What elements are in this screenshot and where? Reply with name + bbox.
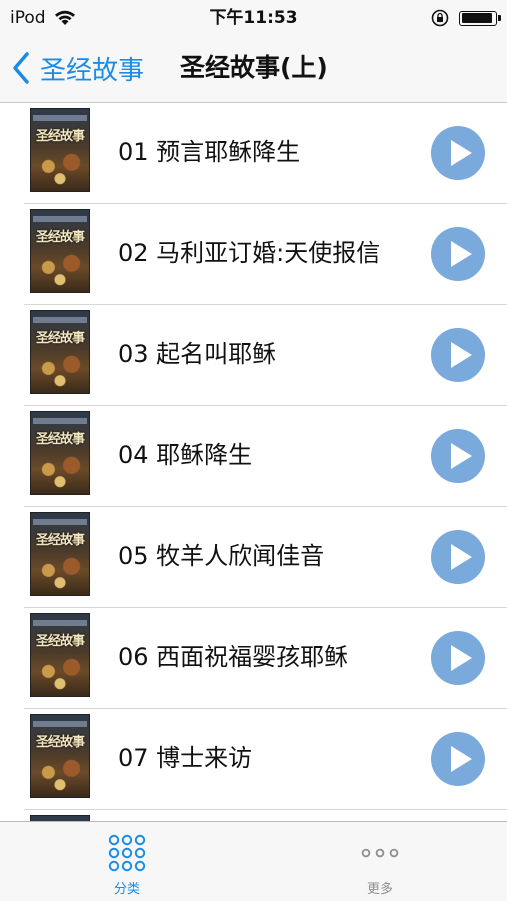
cover-title: 圣经故事: [35, 331, 85, 346]
cover-title: 圣经故事: [35, 230, 85, 245]
battery-icon: [459, 10, 501, 26]
list-item[interactable]: 圣经故事 04 耶稣降生: [24, 406, 507, 507]
cover-title: 圣经故事: [35, 432, 85, 447]
rotation-lock-icon: [431, 9, 449, 27]
list-item[interactable]: 圣经故事 01 预言耶稣降生: [24, 103, 507, 204]
cover-thumbnail: 圣经故事: [30, 310, 90, 394]
tab-classify[interactable]: 分类: [57, 822, 197, 901]
tab-bar: 分类 更多: [0, 821, 507, 901]
cover-thumbnail: 圣经故事: [30, 108, 90, 192]
episode-title: 04 耶稣降生: [118, 441, 253, 469]
tab-label: 更多: [366, 882, 393, 897]
episode-title: 05 牧羊人欣闻佳音: [118, 542, 325, 570]
more-icon: [361, 848, 399, 858]
chevron-left-icon: [13, 52, 29, 84]
page-title: 圣经故事(上): [180, 53, 328, 82]
episode-list[interactable]: 圣经故事 01 预言耶稣降生 圣经故事 02 马利亚订婚:天使报信 圣经故事 0…: [0, 103, 507, 821]
list-item[interactable]: 圣经故事 03 起名叫耶稣: [24, 305, 507, 406]
grid-icon: [108, 834, 146, 872]
cover-thumbnail: 圣经故事: [30, 209, 90, 293]
episode-title: 07 博士来访: [118, 744, 253, 772]
tab-more[interactable]: 更多: [310, 822, 450, 901]
cover-title: 圣经故事: [35, 533, 85, 548]
play-button[interactable]: [431, 530, 485, 584]
status-bar: iPod 下午11:53: [0, 0, 507, 36]
episode-title: 01 预言耶稣降生: [118, 138, 301, 166]
list-item[interactable]: 圣经故事 05 牧羊人欣闻佳音: [24, 507, 507, 608]
status-right: [431, 0, 501, 36]
navigation-bar: 圣经故事 圣经故事(上): [0, 36, 507, 103]
list-item[interactable]: [24, 810, 507, 821]
back-button[interactable]: 圣经故事: [10, 48, 144, 88]
cover-thumbnail: 圣经故事: [30, 411, 90, 495]
cover-thumbnail: 圣经故事: [30, 512, 90, 596]
cover-title: 圣经故事: [35, 129, 85, 144]
play-button[interactable]: [431, 631, 485, 685]
play-button[interactable]: [431, 732, 485, 786]
list-item[interactable]: 圣经故事 06 西面祝福婴孩耶稣: [24, 608, 507, 709]
list-item[interactable]: 圣经故事 07 博士来访: [24, 709, 507, 810]
episode-title: 02 马利亚订婚:天使报信: [118, 239, 381, 267]
cover-thumbnail: 圣经故事: [30, 714, 90, 798]
play-button[interactable]: [431, 227, 485, 281]
back-label: 圣经故事: [40, 55, 145, 86]
episode-title: 03 起名叫耶稣: [118, 340, 277, 368]
list-item[interactable]: 圣经故事 02 马利亚订婚:天使报信: [24, 204, 507, 305]
tab-label: 分类: [113, 882, 140, 897]
cover-title: 圣经故事: [35, 735, 85, 750]
cover-title: 圣经故事: [35, 634, 85, 649]
play-button[interactable]: [431, 126, 485, 180]
cover-thumbnail: 圣经故事: [30, 613, 90, 697]
play-button[interactable]: [431, 429, 485, 483]
play-button[interactable]: [431, 328, 485, 382]
episode-title: 06 西面祝福婴孩耶稣: [118, 643, 349, 671]
